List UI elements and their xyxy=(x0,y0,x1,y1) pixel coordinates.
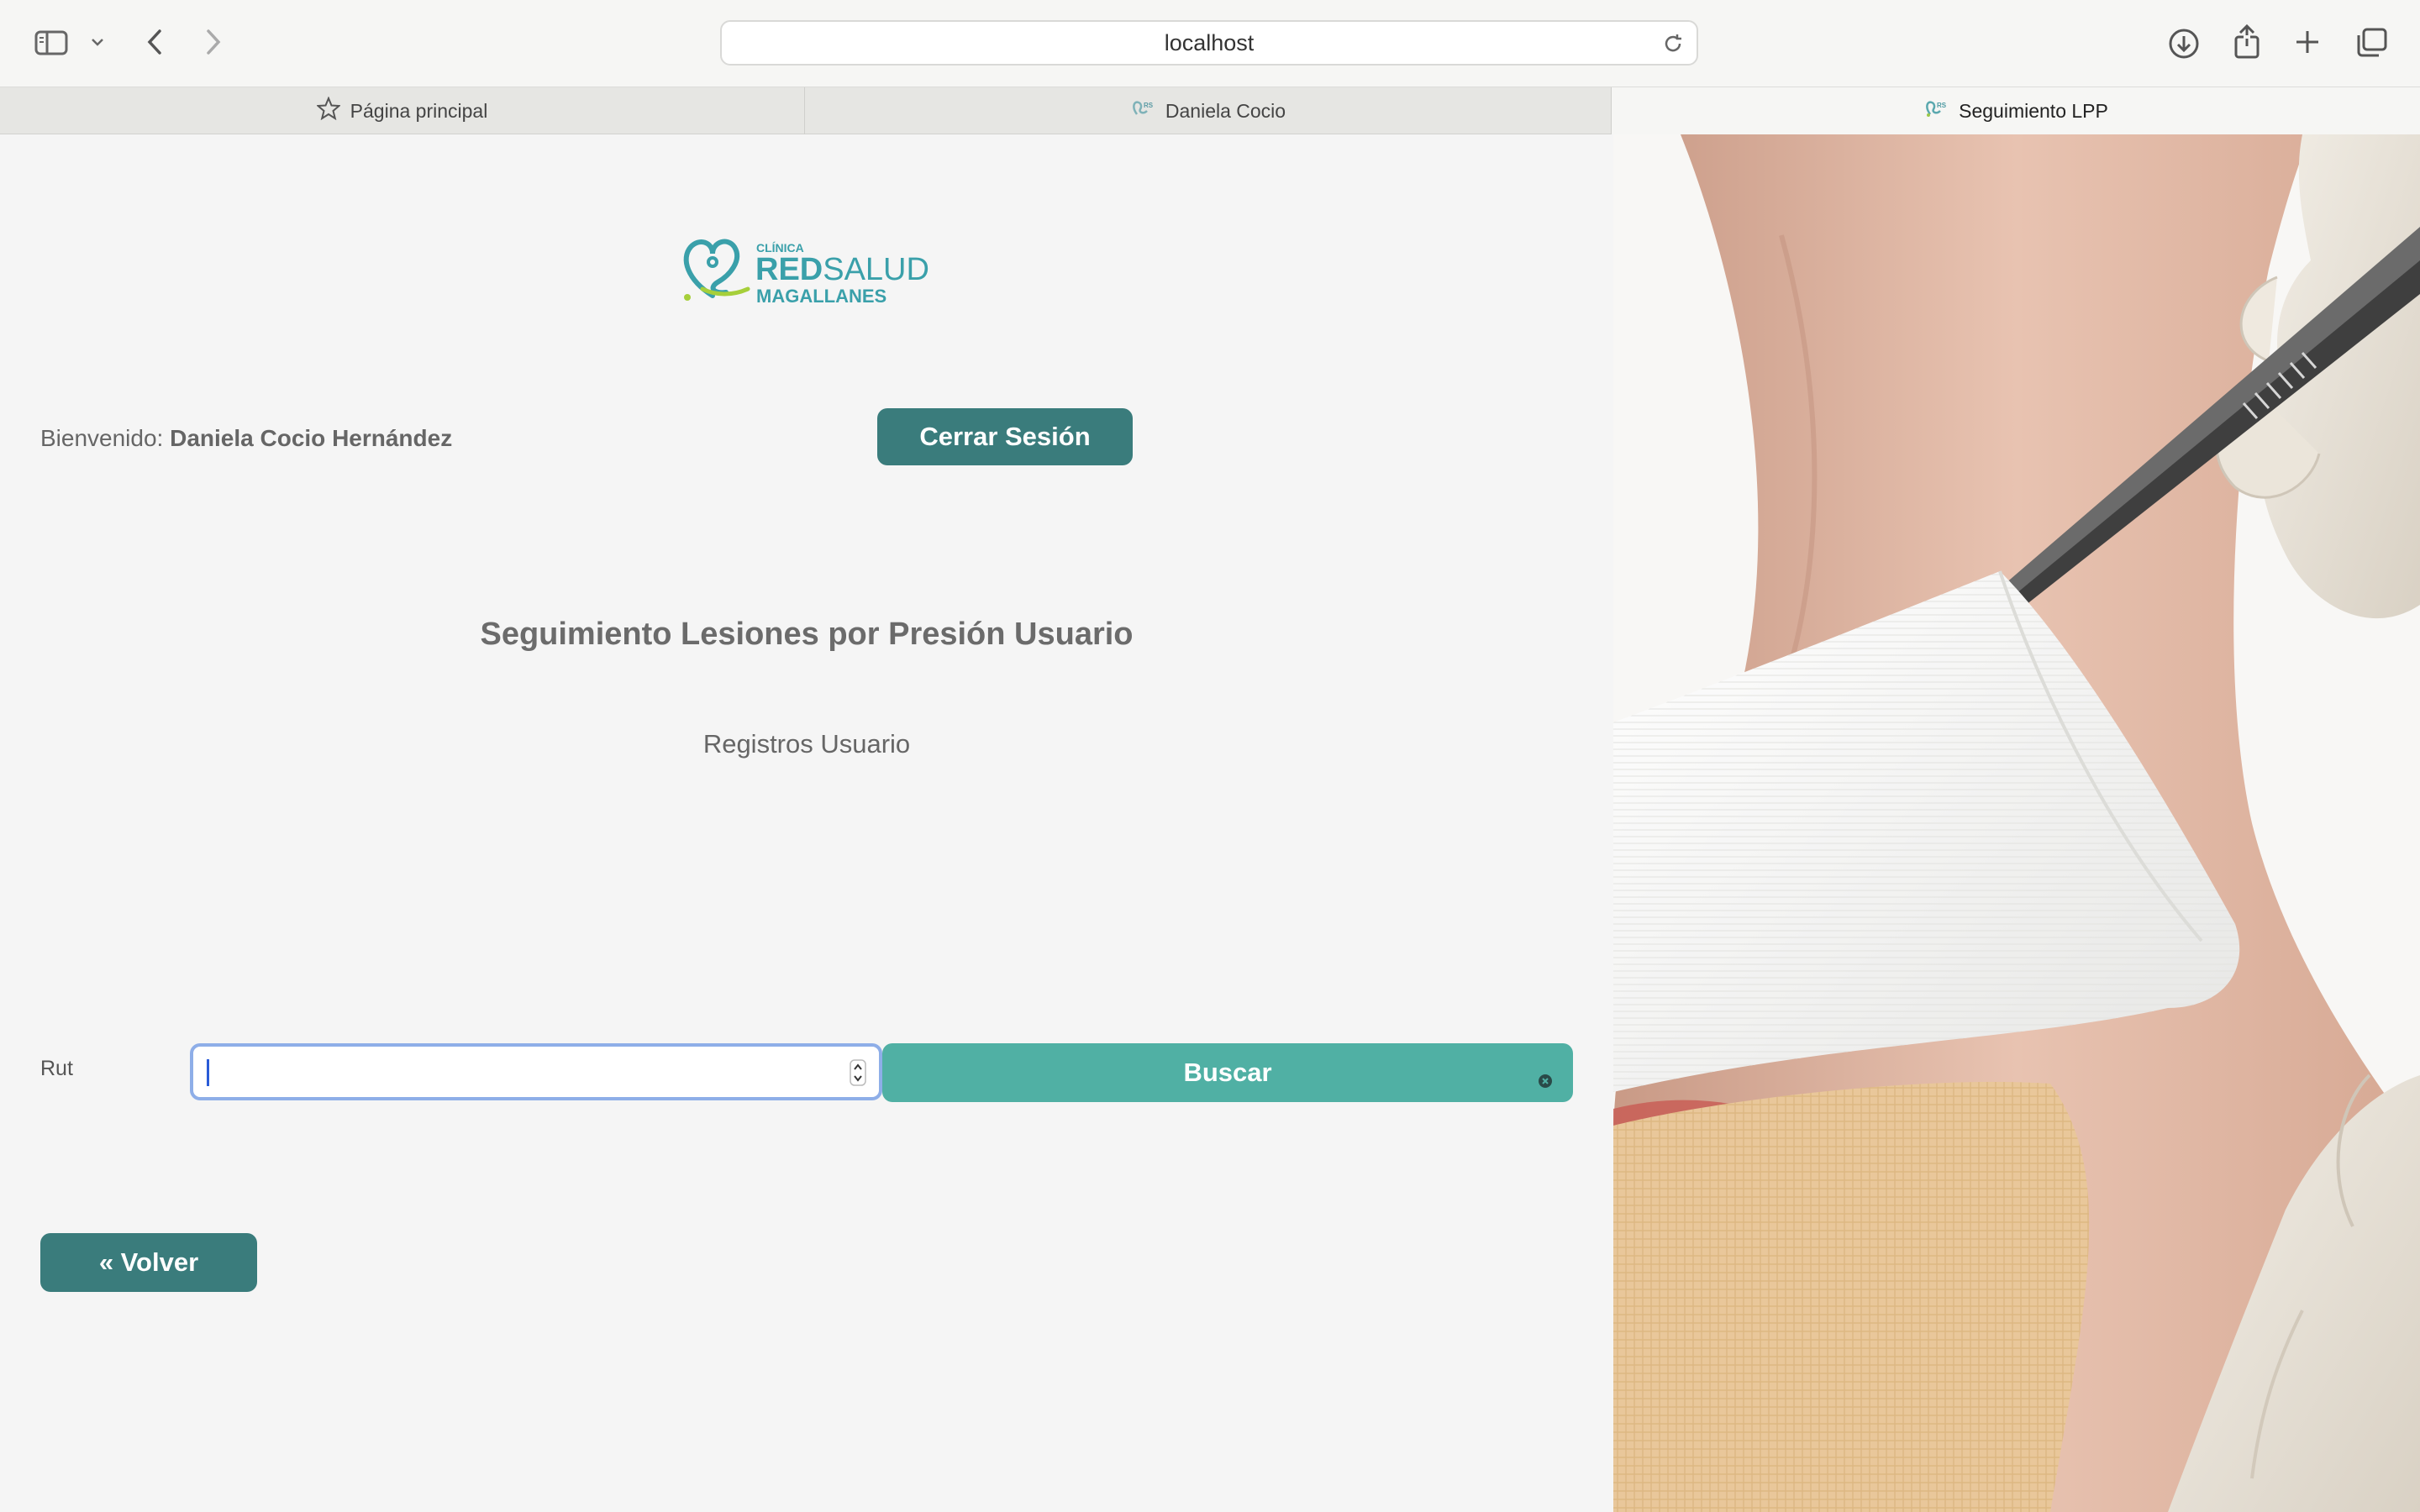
logout-button[interactable]: Cerrar Sesión xyxy=(877,408,1133,465)
welcome-label: Bienvenido: xyxy=(40,425,164,451)
redsalud-logo: CLÍNICA REDSALUD MAGALLANES xyxy=(679,234,936,309)
reload-icon[interactable] xyxy=(1661,32,1685,61)
text-caret xyxy=(207,1059,209,1086)
page-content: CLÍNICA REDSALUD MAGALLANES Bienvenido: … xyxy=(0,134,1613,1512)
tab-bar: Página principal RS Daniela Cocio RS Seg… xyxy=(0,87,2420,134)
tab-daniela-cocio[interactable]: RS Daniela Cocio xyxy=(805,87,1612,134)
tab-label: Seguimiento LPP xyxy=(1959,99,2108,122)
address-bar[interactable]: localhost xyxy=(720,20,1698,66)
url-text: localhost xyxy=(1164,29,1255,55)
share-icon[interactable] xyxy=(2228,22,2265,62)
search-button-label: Buscar xyxy=(1183,1058,1272,1087)
tab-overview-icon[interactable] xyxy=(2353,25,2390,60)
tab-label: Página principal xyxy=(350,99,488,122)
user-name: Daniela Cocio Hernández xyxy=(170,425,453,451)
tab-seguimiento-lpp[interactable]: RS Seguimiento LPP xyxy=(1612,87,2420,134)
site-favicon-icon: RS xyxy=(1130,97,1155,124)
search-button[interactable]: Buscar xyxy=(882,1043,1573,1102)
wound-care-photo xyxy=(1613,134,2420,1512)
logo-main-bold: RED xyxy=(755,252,823,287)
site-favicon-icon: RS xyxy=(1923,97,1949,124)
svg-text:RS: RS xyxy=(1937,102,1947,109)
back-arrow-icon[interactable] xyxy=(139,25,170,59)
tab-label: Daniela Cocio xyxy=(1165,99,1286,122)
star-icon xyxy=(315,96,341,125)
clear-icon[interactable] xyxy=(1538,1065,1553,1095)
page-title: Seguimiento Lesiones por Presión Usuario xyxy=(480,617,1134,652)
svg-text:REDSALUD: REDSALUD xyxy=(755,252,929,287)
welcome-text: Bienvenido: Daniela Cocio Hernández xyxy=(40,425,452,452)
rut-label: Rut xyxy=(40,1057,73,1080)
new-tab-icon[interactable] xyxy=(2291,25,2324,59)
download-icon[interactable] xyxy=(2165,25,2203,62)
sidebar-icon[interactable] xyxy=(32,27,71,59)
logo-main-text: SALUD xyxy=(823,252,929,287)
svg-text:RS: RS xyxy=(1144,102,1154,109)
logo-sub-text: MAGALLANES xyxy=(756,286,886,307)
page-subtitle: Registros Usuario xyxy=(702,729,911,759)
forward-arrow-icon[interactable] xyxy=(198,25,229,59)
back-button[interactable]: « Volver xyxy=(40,1233,257,1292)
rut-input[interactable] xyxy=(190,1043,882,1100)
chevron-down-icon[interactable] xyxy=(87,32,108,52)
stepper-arrows-icon[interactable] xyxy=(849,1058,867,1091)
browser-toolbar: localhost xyxy=(0,0,2420,87)
tab-pagina-principal[interactable]: Página principal xyxy=(0,87,805,134)
